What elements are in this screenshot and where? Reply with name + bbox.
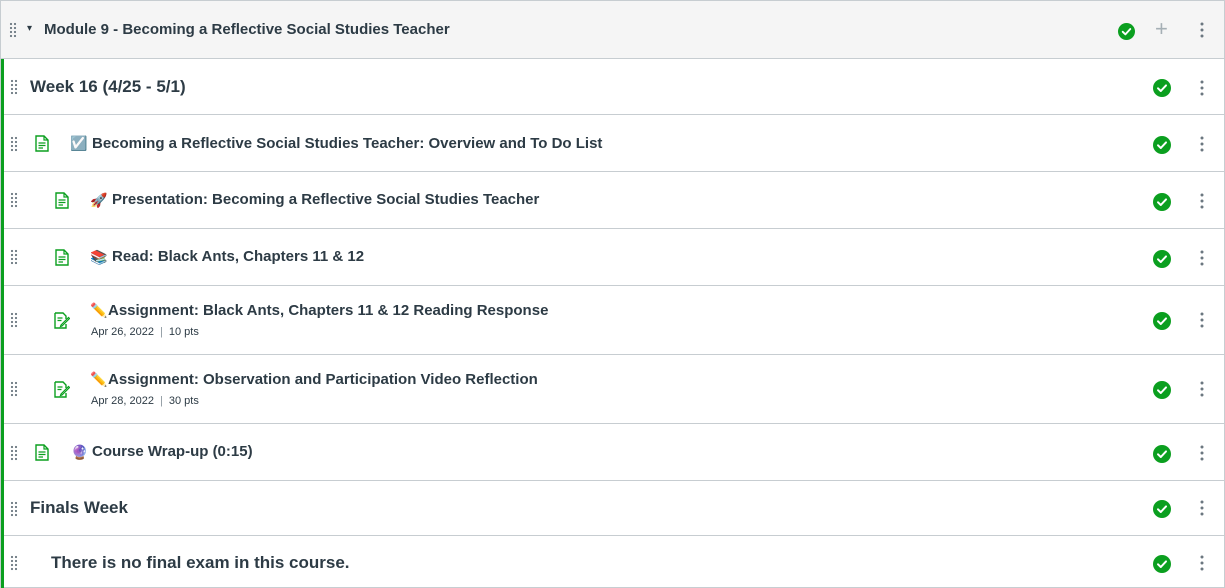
item-meta: Apr 26, 2022 | 10 pts	[91, 326, 199, 338]
item-title[interactable]: Assignment: Black Ants, Chapters 11 & 12…	[108, 302, 548, 319]
module-header[interactable]: ▾ Module 9 - Becoming a Reflective Socia…	[1, 1, 1224, 59]
kebab-menu-icon[interactable]	[1200, 500, 1204, 516]
drag-handle-icon[interactable]	[10, 445, 18, 461]
pencil-emoji-icon: ✏️	[90, 371, 108, 387]
kebab-menu-icon[interactable]	[1200, 193, 1204, 209]
drag-handle-icon[interactable]	[10, 136, 18, 152]
check-circle-icon	[1153, 500, 1171, 518]
module-item-assignment[interactable]: ✏️ Assignment: Observation and Participa…	[1, 355, 1224, 424]
drag-handle-icon[interactable]	[10, 249, 18, 265]
page-document-icon	[55, 249, 71, 267]
module-item-assignment[interactable]: ✏️ Assignment: Black Ants, Chapters 11 &…	[1, 286, 1224, 355]
meta-separator: |	[160, 326, 163, 338]
item-title[interactable]: Course Wrap-up (0:15)	[92, 443, 253, 460]
rocket-emoji-icon: 🚀	[90, 192, 108, 208]
check-circle-icon	[1153, 381, 1171, 399]
drag-handle-icon[interactable]	[10, 381, 18, 397]
drag-handle-icon[interactable]	[10, 79, 18, 95]
kebab-menu-icon[interactable]	[1200, 445, 1204, 461]
check-circle-icon	[1153, 250, 1171, 268]
item-title[interactable]: Presentation: Becoming a Reflective Soci…	[112, 191, 539, 208]
module-item-page[interactable]: ☑️ Becoming a Reflective Social Studies …	[1, 115, 1224, 172]
module-item-text[interactable]: There is no final exam in this course.	[1, 536, 1224, 588]
pencil-emoji-icon: ✏️	[90, 302, 108, 318]
kebab-menu-icon[interactable]	[1200, 555, 1204, 571]
add-item-button[interactable]: +	[1155, 18, 1168, 40]
item-title[interactable]: Finals Week	[30, 498, 128, 518]
assignment-edit-icon	[54, 312, 71, 330]
check-circle-icon	[1153, 136, 1171, 154]
points: 30 pts	[168, 395, 199, 407]
kebab-menu-icon[interactable]	[1200, 80, 1204, 96]
item-title[interactable]: Week 16 (4/25 - 5/1)	[30, 77, 186, 97]
check-circle-icon	[1153, 445, 1171, 463]
checkbox-emoji-icon: ☑️	[70, 135, 88, 151]
module-item-page[interactable]: 🚀 Presentation: Becoming a Reflective So…	[1, 172, 1224, 229]
collapse-caret-icon[interactable]: ▾	[27, 23, 32, 34]
check-circle-icon	[1153, 312, 1171, 330]
drag-handle-icon[interactable]	[10, 312, 18, 328]
kebab-menu-icon[interactable]	[1200, 381, 1204, 397]
drag-handle-icon[interactable]	[10, 192, 18, 208]
assignment-edit-icon	[54, 381, 71, 399]
drag-handle-icon[interactable]	[10, 501, 18, 517]
check-circle-icon	[1118, 23, 1135, 40]
meta-separator: |	[160, 395, 163, 407]
module-item-text-header[interactable]: Week 16 (4/25 - 5/1)	[1, 59, 1224, 115]
due-date: Apr 28, 2022	[91, 395, 154, 407]
item-title[interactable]: Assignment: Observation and Participatio…	[108, 371, 538, 388]
books-emoji-icon: 📚	[90, 249, 108, 265]
drag-handle-icon[interactable]	[10, 555, 18, 571]
item-meta: Apr 28, 2022 | 30 pts	[91, 395, 199, 407]
module-title: Module 9 - Becoming a Reflective Social …	[44, 21, 450, 38]
due-date: Apr 26, 2022	[91, 326, 154, 338]
page-document-icon	[35, 135, 51, 153]
page-document-icon	[35, 444, 51, 462]
check-circle-icon	[1153, 193, 1171, 211]
item-title[interactable]: Becoming a Reflective Social Studies Tea…	[92, 135, 602, 152]
module-item-text-header[interactable]: Finals Week	[1, 481, 1224, 536]
item-title[interactable]: There is no final exam in this course.	[51, 553, 350, 573]
module-container: ▾ Module 9 - Becoming a Reflective Socia…	[0, 0, 1225, 588]
page-document-icon	[55, 192, 71, 210]
points: 10 pts	[168, 326, 199, 338]
kebab-menu-icon[interactable]	[1200, 250, 1204, 266]
kebab-menu-icon[interactable]	[1200, 312, 1204, 328]
kebab-menu-icon[interactable]	[1200, 22, 1204, 38]
check-circle-icon	[1153, 555, 1171, 573]
module-item-page[interactable]: 🔮 Course Wrap-up (0:15)	[1, 424, 1224, 481]
check-circle-icon	[1153, 79, 1171, 97]
item-title[interactable]: Read: Black Ants, Chapters 11 & 12	[112, 248, 364, 265]
crystal-ball-emoji-icon: 🔮	[71, 444, 89, 460]
kebab-menu-icon[interactable]	[1200, 136, 1204, 152]
drag-handle-icon[interactable]	[9, 22, 17, 38]
module-item-page[interactable]: 📚 Read: Black Ants, Chapters 11 & 12	[1, 229, 1224, 286]
